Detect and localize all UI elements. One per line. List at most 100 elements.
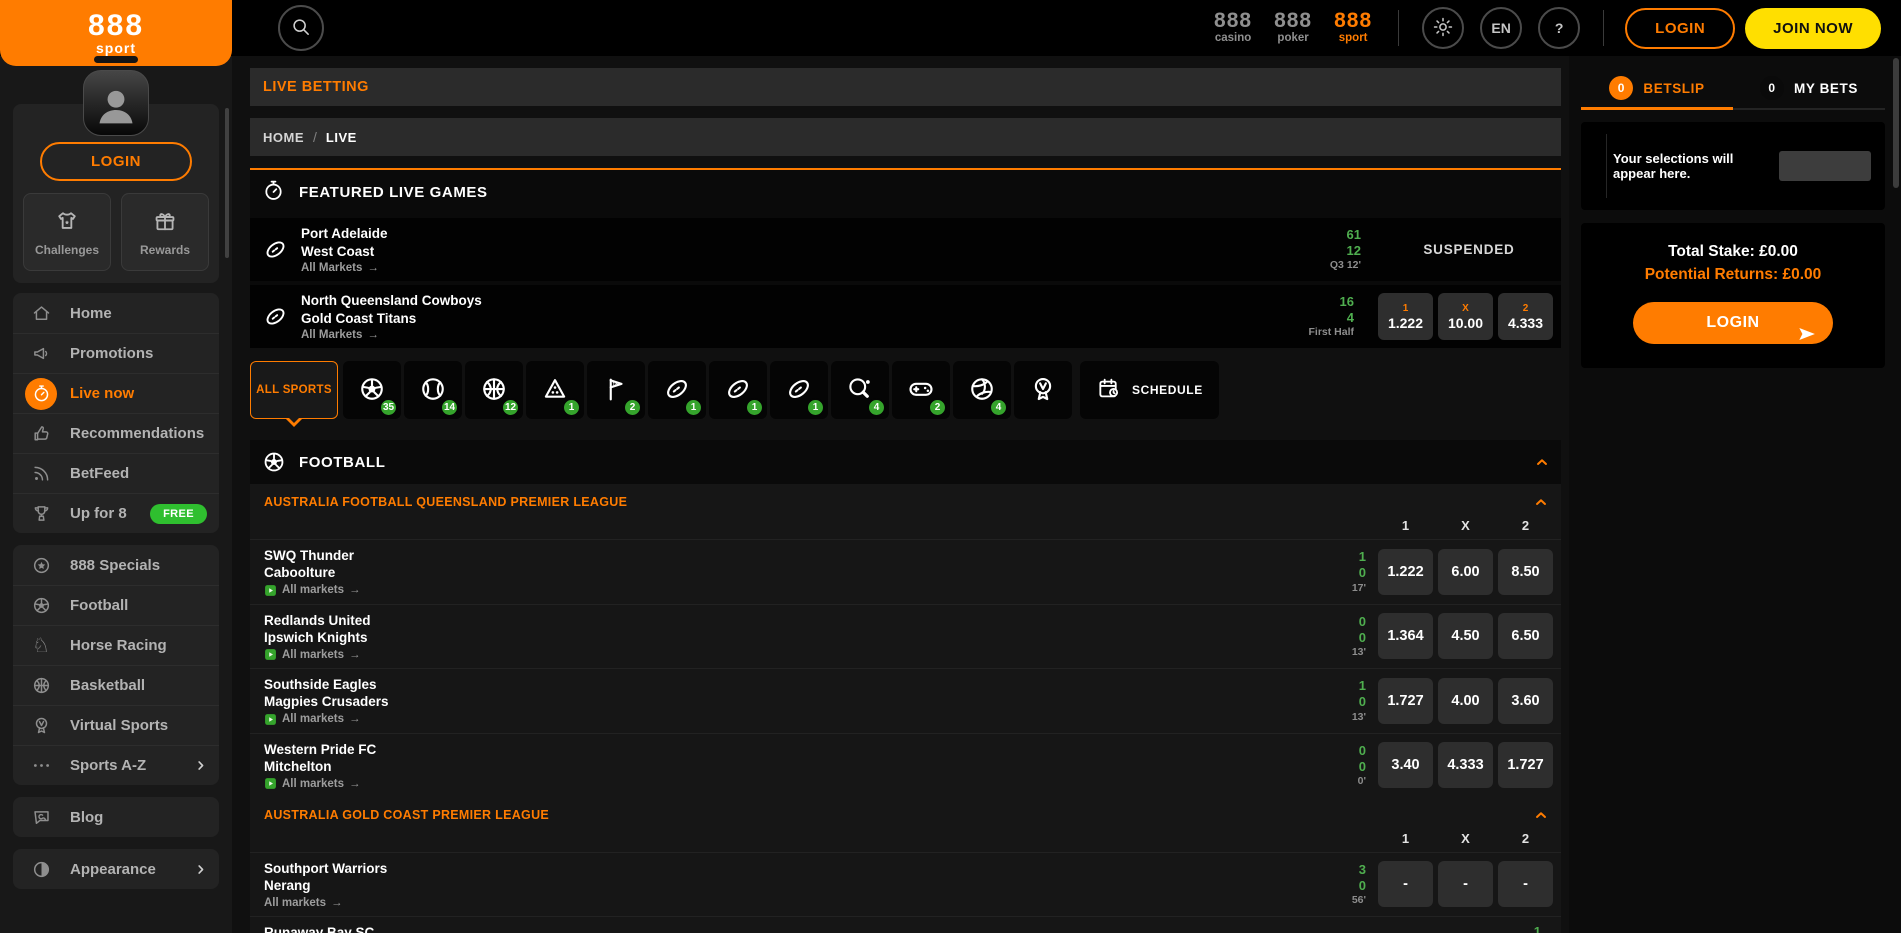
join-now-button[interactable]: JOIN NOW [1745, 8, 1881, 49]
sport-filter-tile[interactable]: 12 [465, 361, 523, 419]
score-block: 0 0 0' [1358, 743, 1366, 788]
breadcrumb-home[interactable]: HOME [263, 130, 304, 145]
sidebar-nav-item[interactable]: 888 Specials [13, 545, 219, 585]
odds-button-1[interactable]: 3.40 [1378, 742, 1433, 788]
profile-card[interactable]: Rewards [121, 193, 209, 271]
all-markets-link[interactable]: All markets → [264, 897, 343, 909]
settings-button[interactable] [1422, 7, 1464, 49]
sidebar-nav-item[interactable]: Home [13, 293, 219, 333]
sport-filter-tile[interactable]: 18 2 [587, 361, 645, 419]
featured-game-row[interactable]: North Queensland Cowboys Gold Coast Tita… [250, 285, 1561, 348]
arrow-right-icon: → [331, 897, 343, 909]
help-button[interactable]: ? [1538, 7, 1580, 49]
match-teams: Port Adelaide West Coast All Markets → [301, 225, 388, 274]
odds-button-1[interactable]: 1.364 [1378, 613, 1433, 659]
sidebar-nav-item[interactable]: ♘ Horse Racing [13, 625, 219, 665]
odds-button-2[interactable]: 1.727 [1498, 742, 1553, 788]
odds-button-1[interactable]: 1 1.222 [1378, 293, 1433, 340]
language-button[interactable]: EN [1480, 7, 1522, 49]
odds-button-2[interactable]: 8.50 [1498, 549, 1553, 595]
odds-button-x[interactable]: 4.50 [1438, 613, 1493, 659]
sidebar-nav-item[interactable]: BetFeed [13, 453, 219, 493]
sidebar-nav-item[interactable]: Promotions [13, 333, 219, 373]
match-row[interactable]: SWQ Thunder Caboolture All markets → 1 0 [250, 539, 1561, 604]
sidebar-nav-item[interactable]: Basketball [13, 665, 219, 705]
odds-button-1[interactable]: - [1378, 861, 1433, 907]
all-markets-link[interactable]: All markets → [264, 584, 361, 597]
sidebar-nav-item[interactable]: Appearance [13, 849, 219, 889]
all-markets-link[interactable]: All Markets → [301, 262, 379, 274]
sidebar-nav-item[interactable]: Up for 8 FREE [13, 493, 219, 533]
match-row[interactable]: Runaway Bay SC 1 [250, 916, 1561, 933]
nav-icon [25, 458, 57, 490]
match-row[interactable]: Western Pride FC Mitchelton All markets … [250, 733, 1561, 798]
sport-filter-tile[interactable]: 1 [709, 361, 767, 419]
sidebar-collapse-handle[interactable] [94, 56, 138, 63]
sidebar-nav-item[interactable]: Live now [13, 373, 219, 413]
sport-filter-tile[interactable]: 1 [648, 361, 706, 419]
collapse-chevron-icon[interactable] [1533, 494, 1549, 510]
sport-filter-tile[interactable]: 35 [343, 361, 401, 419]
sidebar-nav-item[interactable]: Virtual Sports [13, 705, 219, 745]
profile-card[interactable]: Challenges [23, 193, 111, 271]
odds-button-x[interactable]: X 10.00 [1438, 293, 1493, 340]
collapse-chevron-icon[interactable] [1534, 454, 1550, 470]
home-team: Runaway Bay SC [264, 924, 1534, 933]
tab-my-bets[interactable]: 0 MY BETS [1733, 68, 1885, 108]
all-markets-link[interactable]: All Markets → [301, 329, 379, 341]
collapse-chevron-icon[interactable] [1533, 807, 1549, 823]
sidebar-nav-item[interactable]: Recommendations [13, 413, 219, 453]
sidebar-login-button[interactable]: LOGIN [40, 142, 192, 181]
match-row[interactable]: Redlands United Ipswich Knights All mark… [250, 604, 1561, 669]
sport-filter-tile[interactable]: 14 [404, 361, 462, 419]
league-header[interactable]: AUSTRALIA GOLD COAST PREMIER LEAGUE [250, 797, 1561, 825]
sidebar-nav-item[interactable]: Sports A-Z [13, 745, 219, 785]
sidebar-nav-item[interactable]: Blog [13, 797, 219, 837]
header-login-button[interactable]: LOGIN [1625, 8, 1735, 49]
brand-logo[interactable]: 888 sport [0, 0, 232, 66]
schedule-button[interactable]: SCHEDULE [1080, 361, 1219, 419]
sport-filter-tile[interactable]: 1 [526, 361, 584, 419]
home-score: 0 [1358, 743, 1366, 759]
match-clock: First Half [1308, 326, 1354, 339]
site-switch-link[interactable]: 888 casino [1214, 12, 1252, 44]
search-button[interactable] [278, 5, 324, 51]
match-row[interactable]: Southport Warriors Nerang All markets → … [250, 852, 1561, 916]
sport-filter-row: ALL SPORTS 35 14 12 [250, 361, 1561, 427]
league-header[interactable]: AUSTRALIA FOOTBALL QUEENSLAND PREMIER LE… [250, 484, 1561, 512]
odds-button-2[interactable]: 6.50 [1498, 613, 1553, 659]
all-sports-tab[interactable]: ALL SPORTS [250, 361, 338, 419]
all-markets-link[interactable]: All markets → [264, 713, 361, 726]
all-markets-label: All markets [282, 778, 344, 790]
card-icon [54, 208, 80, 237]
breadcrumb: HOME / LIVE [250, 118, 1561, 156]
sport-filter-tile[interactable]: 1 [770, 361, 828, 419]
sport-filter-tile[interactable]: 4 [831, 361, 889, 419]
odds-button-x[interactable]: - [1438, 861, 1493, 907]
site-switch-link[interactable]: 888 sport [1334, 12, 1372, 44]
football-section-header[interactable]: FOOTBALL [250, 440, 1561, 484]
odds-button-2[interactable]: 2 4.333 [1498, 293, 1553, 340]
match-row[interactable]: Southside Eagles Magpies Crusaders All m… [250, 668, 1561, 733]
site-switch-link[interactable]: 888 poker [1274, 12, 1312, 44]
page-scrollbar[interactable] [1893, 58, 1899, 188]
sport-filter-tile[interactable]: 2 [892, 361, 950, 419]
tab-betslip[interactable]: 0 BETSLIP [1581, 68, 1733, 108]
odds-button-2[interactable]: 3.60 [1498, 678, 1553, 724]
all-markets-link[interactable]: All markets → [264, 648, 361, 661]
featured-game-row[interactable]: Port Adelaide West Coast All Markets → 6… [250, 218, 1561, 281]
odds-button-x[interactable]: 6.00 [1438, 549, 1493, 595]
odds-button-1[interactable]: 1.727 [1378, 678, 1433, 724]
sport-filter-tile[interactable]: 4 [953, 361, 1011, 419]
odds-button-x[interactable]: 4.333 [1438, 742, 1493, 788]
odds-button-1[interactable]: 1.222 [1378, 549, 1433, 595]
sport-filter-tile[interactable] [1014, 361, 1072, 419]
odds-button-2[interactable]: - [1498, 861, 1553, 907]
sidebar-scrollbar[interactable] [225, 108, 229, 258]
all-markets-label: All Markets [301, 329, 362, 341]
away-score: 12 [1330, 243, 1361, 259]
all-markets-link[interactable]: All markets → [264, 777, 361, 790]
sidebar-nav-item[interactable]: Football [13, 585, 219, 625]
betslip-login-button[interactable]: LOGIN [1633, 302, 1833, 344]
odds-button-x[interactable]: 4.00 [1438, 678, 1493, 724]
